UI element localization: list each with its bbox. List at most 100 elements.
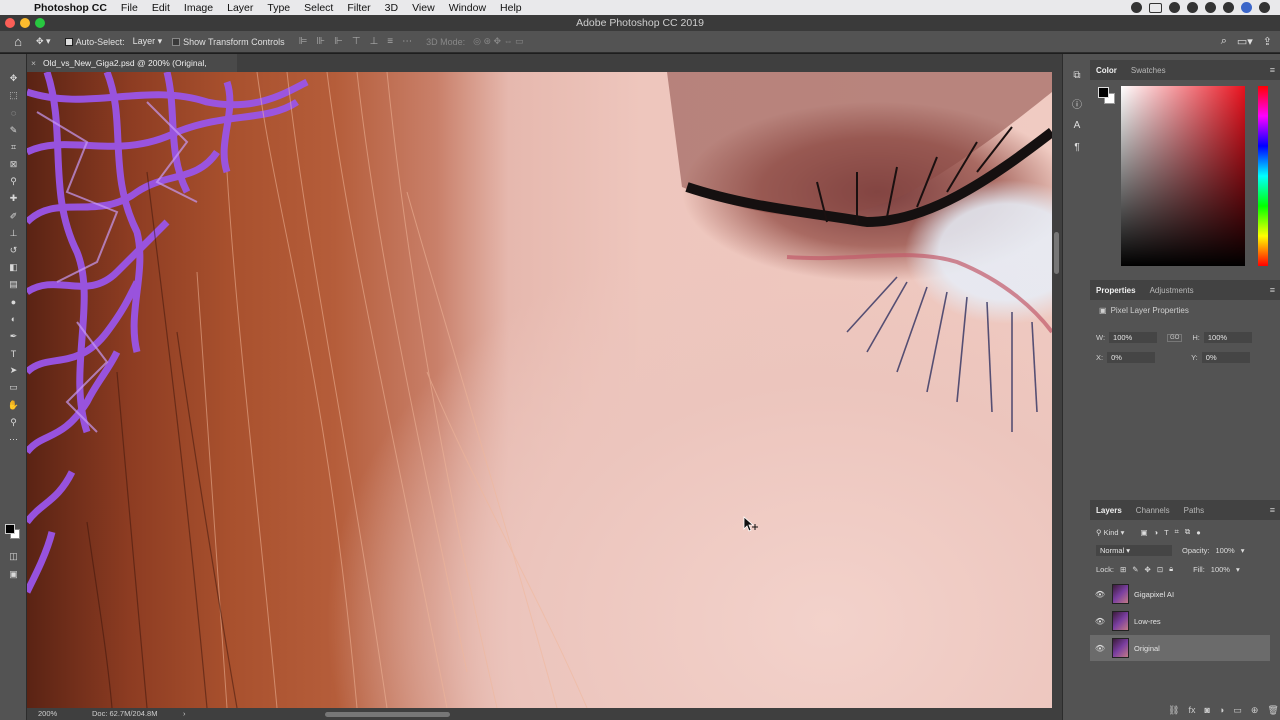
transform-controls-checkbox[interactable] — [172, 37, 181, 46]
search-icon[interactable] — [1223, 2, 1234, 13]
panel-menu-icon[interactable]: ≡ — [1270, 285, 1275, 295]
lock-position-icon[interactable]: ✥ — [1145, 565, 1151, 574]
menu-3d[interactable]: 3D — [385, 2, 398, 14]
menu-layer[interactable]: Layer — [227, 2, 253, 14]
lock-pixels-icon[interactable]: ✎ — [1132, 565, 1138, 574]
foreground-color-swatch[interactable] — [5, 524, 15, 534]
lasso-tool-icon[interactable]: ◌ — [0, 104, 27, 121]
layer-row[interactable]: 👁︎ Gigapixel AI — [1090, 581, 1270, 607]
tab-layers[interactable]: Layers — [1096, 506, 1122, 515]
filter-adjustment-icon[interactable]: ◑ — [1154, 528, 1159, 537]
menu-help[interactable]: Help — [500, 2, 522, 14]
gradient-tool-icon[interactable]: ▤ — [0, 276, 27, 293]
align-middle-icon[interactable]: ⊥ — [370, 36, 379, 47]
fill-input[interactable]: 100% — [1211, 565, 1230, 574]
auto-select-checkbox[interactable] — [64, 37, 73, 46]
y-input[interactable]: 0% — [1201, 352, 1250, 363]
filter-pixel-icon[interactable]: ▣ — [1140, 528, 1147, 537]
vertical-scrollbar[interactable] — [1052, 72, 1062, 708]
info-icon[interactable]: ⓘ — [1063, 92, 1091, 114]
filter-shape-icon[interactable]: ⌗ — [1175, 527, 1179, 537]
menu-image[interactable]: Image — [184, 2, 213, 14]
vertical-scroll-thumb[interactable] — [1054, 232, 1059, 274]
pen-tool-icon[interactable]: ✒ — [0, 328, 27, 345]
more-tools-icon[interactable]: ⋯ — [0, 431, 27, 448]
app-menu[interactable]: Photoshop CC — [34, 2, 107, 14]
screen-mode-icon[interactable]: ▣ — [0, 566, 27, 583]
blur-tool-icon[interactable]: ● — [0, 293, 27, 310]
hand-tool-icon[interactable]: ✋ — [0, 397, 27, 414]
menu-list-icon[interactable] — [1259, 2, 1270, 13]
layer-visibility-icon[interactable]: 👁︎ — [1090, 644, 1110, 653]
user-icon[interactable] — [1241, 2, 1252, 13]
panel-menu-icon[interactable]: ≡ — [1270, 65, 1275, 75]
share-icon[interactable]: ⇪ — [1263, 35, 1272, 48]
quick-mask-icon[interactable]: ◫ — [0, 548, 27, 565]
group-icon[interactable]: ▭ — [1233, 705, 1242, 716]
width-input[interactable]: 100% — [1109, 332, 1158, 343]
record-icon[interactable] — [1131, 2, 1142, 13]
foreground-background-swatch[interactable] — [5, 524, 21, 540]
home-icon[interactable]: ⌂ — [0, 34, 36, 49]
dodge-tool-icon[interactable]: ◐ — [0, 311, 27, 328]
path-select-icon[interactable]: ➤ — [0, 362, 27, 379]
tab-channels[interactable]: Channels — [1136, 506, 1170, 515]
fill-dropdown-icon[interactable]: ▾ — [1236, 565, 1240, 574]
search-icon[interactable]: ⌕ — [1221, 35, 1227, 48]
document-tab[interactable]: × Old_vs_New_Giga2.psd @ 200% (Original,… — [27, 54, 237, 86]
layer-row-selected[interactable]: 👁︎ Original — [1090, 635, 1270, 661]
tab-properties[interactable]: Properties — [1096, 286, 1136, 295]
blend-mode-dropdown[interactable]: Normal ▾ — [1096, 545, 1172, 556]
lock-transparent-icon[interactable]: ⊞ — [1120, 565, 1126, 574]
status-menu-icon[interactable]: › — [183, 708, 186, 720]
link-layers-icon[interactable]: ⛓ — [1168, 705, 1179, 716]
history-icon[interactable]: ⧉ — [1063, 64, 1091, 86]
layer-kind-filter[interactable]: ⚲ Kind ▾ — [1096, 528, 1124, 537]
layer-visibility-icon[interactable]: 👁︎ — [1090, 590, 1110, 599]
lock-artboard-icon[interactable]: ⊡ — [1157, 565, 1163, 574]
distribute-icon[interactable]: ⋯ — [402, 36, 412, 47]
menu-type[interactable]: Type — [267, 2, 290, 14]
trash-icon[interactable]: 🗑︎ — [1267, 705, 1278, 716]
tab-paths[interactable]: Paths — [1184, 506, 1204, 515]
type-tool-icon[interactable]: T — [0, 345, 27, 362]
panel-menu-icon[interactable]: ≡ — [1270, 505, 1275, 515]
align-bottom-icon[interactable]: ≡ — [387, 36, 393, 47]
menu-file[interactable]: File — [121, 2, 138, 14]
tab-adjustments[interactable]: Adjustments — [1150, 286, 1194, 295]
move-tool-icon[interactable]: ✥ — [0, 70, 27, 87]
filter-toggle-icon[interactable]: ● — [1196, 528, 1201, 537]
history-brush-icon[interactable]: ↺ — [0, 242, 27, 259]
opacity-dropdown-icon[interactable]: ▾ — [1241, 546, 1245, 555]
frame-tool-icon[interactable]: ⊠ — [0, 156, 27, 173]
menu-edit[interactable]: Edit — [152, 2, 170, 14]
adjustment-layer-icon[interactable]: ◑ — [1219, 705, 1224, 716]
menu-select[interactable]: Select — [304, 2, 333, 14]
quick-select-tool-icon[interactable]: ✎ — [0, 122, 27, 139]
brush-tool-icon[interactable]: ✐ — [0, 208, 27, 225]
menu-window[interactable]: Window — [449, 2, 486, 14]
align-right-icon[interactable]: ⊩ — [334, 36, 343, 47]
auto-select-target-dropdown[interactable]: Layer ▾ — [129, 35, 167, 48]
color-picker-field[interactable] — [1121, 86, 1245, 266]
paragraph-icon[interactable]: ¶ — [1063, 136, 1091, 158]
close-window-icon[interactable] — [5, 18, 15, 28]
lock-all-icon[interactable]: 🔒︎ — [1169, 564, 1173, 574]
layer-name[interactable]: Gigapixel AI — [1134, 590, 1174, 599]
align-left-icon[interactable]: ⊫ — [299, 36, 308, 47]
align-top-icon[interactable]: ⊤ — [352, 36, 361, 47]
hue-slider[interactable] — [1258, 86, 1268, 266]
new-layer-icon[interactable]: ⊕ — [1251, 705, 1259, 716]
opacity-input[interactable]: 100% — [1216, 546, 1235, 555]
filter-smart-object-icon[interactable]: ⧉ — [1185, 527, 1190, 537]
layer-row[interactable]: 👁︎ Low-res — [1090, 608, 1270, 634]
wifi-icon[interactable] — [1205, 2, 1216, 13]
height-input[interactable]: 100% — [1203, 332, 1252, 343]
rectangle-tool-icon[interactable]: ▭ — [0, 379, 27, 396]
tab-swatches[interactable]: Swatches — [1131, 66, 1166, 75]
horizontal-scroll-thumb[interactable] — [325, 712, 450, 717]
3d-mode-icons[interactable]: ◎ ⊛ ✥ ⇔ ▭ — [473, 36, 523, 47]
x-input[interactable]: 0% — [1107, 352, 1156, 363]
layer-visibility-icon[interactable]: 👁︎ — [1090, 617, 1110, 626]
healing-brush-icon[interactable]: ✚ — [0, 190, 27, 207]
